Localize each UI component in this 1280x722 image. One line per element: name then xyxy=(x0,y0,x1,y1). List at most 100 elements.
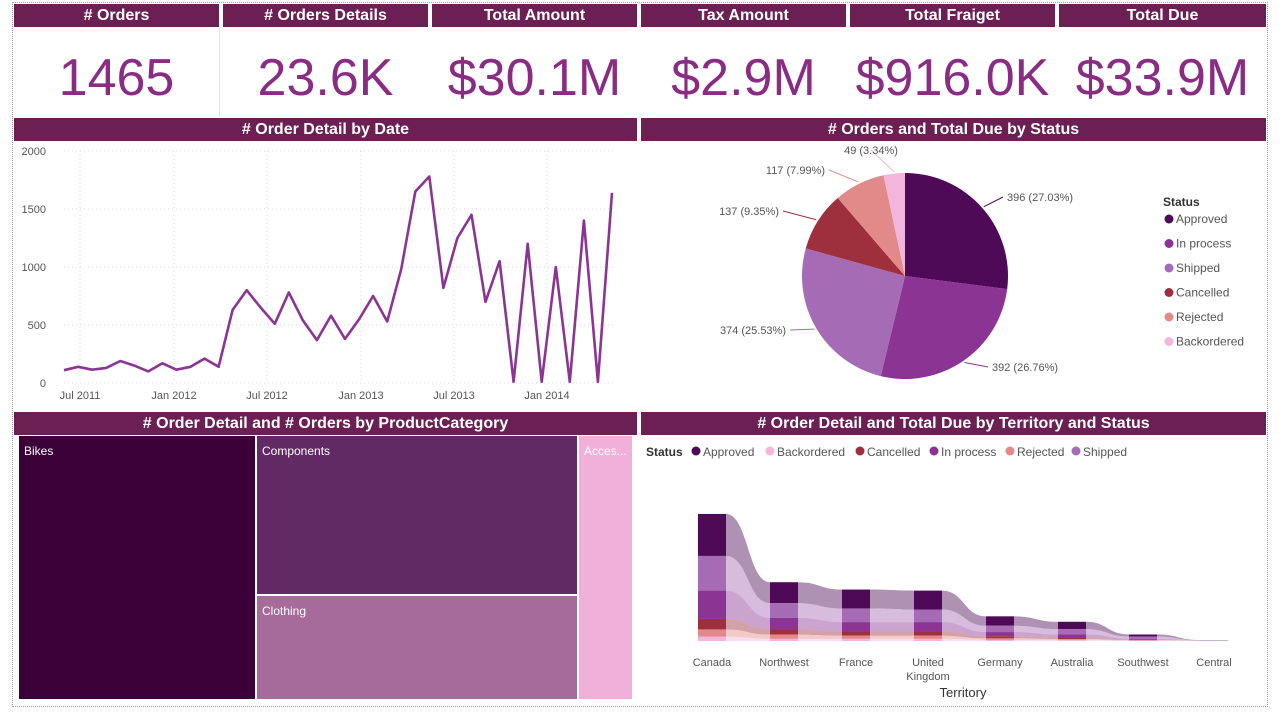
territory-status-ribbon-chart[interactable]: Status Approved Backordered Cancelled In pro… xyxy=(641,435,1266,703)
treemap-tile-components[interactable]: Components xyxy=(257,436,577,594)
ribbon-segment-shipped[interactable] xyxy=(1058,629,1086,635)
pie-data-label: 49 (3.34%) xyxy=(844,145,898,157)
order-detail-by-date-chart[interactable]: 0 500 1000 1500 2000 Jul 2011 Jan 2012 Jul 2012… xyxy=(14,141,637,409)
ribbon-segment-in-process[interactable] xyxy=(1058,634,1086,638)
ribbon-segment-in-process[interactable] xyxy=(914,622,942,632)
line-chart-title: # Order Detail by Date xyxy=(14,118,637,141)
ribbon-legend-item-in-process[interactable]: In process xyxy=(941,445,996,459)
pie-data-label: 374 (25.53%) xyxy=(720,325,786,337)
ribbon-segment-cancelled[interactable] xyxy=(986,636,1014,639)
kpi-card-total-due[interactable]: Total Due $33.9M xyxy=(1059,4,1266,116)
legend-swatch-shipped xyxy=(1164,263,1174,273)
territory-label-southwest: Southwest xyxy=(1117,657,1168,669)
ribbon-band-cancelled[interactable] xyxy=(870,631,914,636)
order-detail-series-line[interactable] xyxy=(63,175,614,384)
ribbon-segment-approved[interactable] xyxy=(986,616,1014,626)
ribbon-segment-shipped[interactable] xyxy=(986,625,1014,633)
ribbon-segment-approved[interactable] xyxy=(698,513,726,556)
ribbon-segment-backordered[interactable] xyxy=(698,636,726,641)
ribbon-segment-shipped[interactable] xyxy=(770,603,798,618)
ribbon-segment-rejected[interactable] xyxy=(698,629,726,637)
territory-axis-title: Territory xyxy=(940,685,987,700)
treemap-tile-acces[interactable]: Acces... xyxy=(579,436,632,699)
ribbon-segment-cancelled[interactable] xyxy=(1058,637,1086,640)
ribbon-segment-backordered[interactable] xyxy=(986,639,1014,641)
ribbon-segment-backordered[interactable] xyxy=(842,638,870,641)
pie-slice-approved[interactable] xyxy=(905,173,1008,290)
ribbon-band-rejected[interactable] xyxy=(870,635,914,639)
ribbon-segment-shipped[interactable] xyxy=(698,555,726,591)
ribbon-segment-in-process[interactable] xyxy=(986,632,1014,637)
ribbon-band-approved[interactable] xyxy=(870,589,914,610)
ribbon-segment-rejected[interactable] xyxy=(986,638,1014,640)
ribbon-segment-in-process[interactable] xyxy=(770,617,798,630)
ribbon-segment-shipped[interactable] xyxy=(842,608,870,623)
ribbon-legend-item-backordered[interactable]: Backordered xyxy=(777,445,845,459)
legend-item-rejected[interactable]: Rejected xyxy=(1176,310,1223,324)
ribbon-legend-item-approved[interactable]: Approved xyxy=(703,445,754,459)
kpi-title: Tax Amount xyxy=(641,4,846,27)
ribbon-band-shipped[interactable] xyxy=(870,608,914,623)
territory-label-central: Central xyxy=(1196,657,1231,669)
ribbon-segment-backordered[interactable] xyxy=(770,638,798,641)
ribbon-legend-item-cancelled[interactable]: Cancelled xyxy=(867,445,920,459)
ribbon-segment-in-process[interactable] xyxy=(698,590,726,619)
ribbon-segment-shipped[interactable] xyxy=(914,609,942,623)
ribbon-band-backordered[interactable] xyxy=(870,638,914,641)
ribbon-segment-in-process[interactable] xyxy=(1129,638,1157,640)
kpi-card-total-amount[interactable]: Total Amount $30.1M xyxy=(432,4,637,116)
legend-swatch-in-process xyxy=(1164,239,1174,248)
legend-swatch-backordered xyxy=(1164,337,1174,346)
kpi-card-orders[interactable]: # Orders 1465 xyxy=(14,4,219,116)
ribbon-band-in-process[interactable] xyxy=(870,622,914,632)
kpi-card-total-fraiget[interactable]: Total Fraiget $916.0K xyxy=(850,4,1055,116)
treemap-tile-label: Acces... xyxy=(584,444,627,458)
ribbon-segment-rejected[interactable] xyxy=(1058,639,1086,641)
kpi-divider xyxy=(219,28,220,116)
legend-item-backordered[interactable]: Backordered xyxy=(1176,335,1244,349)
legend-swatch-shipped xyxy=(1071,446,1081,456)
kpi-value: 1465 xyxy=(58,49,175,107)
x-tick-label: Jul 2012 xyxy=(246,390,288,402)
orders-by-status-pie-chart[interactable]: 396 (27.03%) 392 (26.76%) 374 (25.53%) 137 … xyxy=(641,141,1266,409)
kpi-card-orders-details[interactable]: # Orders Details 23.6K xyxy=(223,4,428,116)
y-tick-label: 1500 xyxy=(22,204,46,216)
legend-item-in-process[interactable]: In process xyxy=(1176,237,1231,251)
ribbon-segment-shipped[interactable] xyxy=(1129,636,1157,639)
ribbon-band-backordered[interactable] xyxy=(798,638,842,641)
ribbon-segment-approved[interactable] xyxy=(770,582,798,604)
ribbon-segment-backordered[interactable] xyxy=(914,638,942,641)
y-tick-label: 500 xyxy=(28,320,46,332)
ribbon-segment-rejected[interactable] xyxy=(914,635,942,639)
ribbon-segment-cancelled[interactable] xyxy=(770,629,798,635)
ribbon-segment-rejected[interactable] xyxy=(842,635,870,639)
kpi-title: Total Fraiget xyxy=(850,4,1055,27)
ribbon-segment-cancelled[interactable] xyxy=(698,618,726,630)
legend-item-approved[interactable]: Approved xyxy=(1176,212,1227,226)
legend-item-shipped[interactable]: Shipped xyxy=(1176,261,1220,275)
ribbon-legend-item-rejected[interactable]: Rejected xyxy=(1017,445,1064,459)
kpi-card-tax-amount[interactable]: Tax Amount $2.9M xyxy=(641,4,846,116)
legend-swatch-backordered xyxy=(765,446,775,456)
ribbon-chart-title: # Order Detail and Total Due by Territor… xyxy=(641,412,1266,435)
ribbon-segment-approved[interactable] xyxy=(1058,621,1086,630)
ribbon-segment-approved[interactable] xyxy=(842,589,870,609)
legend-swatch-approved xyxy=(691,446,701,456)
ribbon-legend-item-shipped[interactable]: Shipped xyxy=(1083,445,1127,459)
ribbon-segment-cancelled[interactable] xyxy=(914,631,942,636)
legend-item-cancelled[interactable]: Cancelled xyxy=(1176,286,1229,300)
treemap-tile-label: Bikes xyxy=(24,444,54,458)
ribbon-segment-backordered[interactable] xyxy=(1058,640,1086,641)
y-tick-label: 0 xyxy=(40,378,46,390)
ribbon-segment-in-process[interactable] xyxy=(842,622,870,632)
ribbon-segment-approved[interactable] xyxy=(1129,634,1157,637)
kpi-value: $30.1M xyxy=(447,49,622,107)
ribbon-segment-cancelled[interactable] xyxy=(1129,639,1157,641)
treemap-tile-bikes[interactable]: Bikes xyxy=(19,436,255,699)
treemap-tile-clothing[interactable]: Clothing xyxy=(257,596,577,699)
ribbon-segment-approved[interactable] xyxy=(914,590,942,610)
ribbon-segment-rejected[interactable] xyxy=(770,634,798,639)
product-category-treemap[interactable]: Bikes Components Clothing Acces... xyxy=(14,435,637,703)
ribbon-segment-cancelled[interactable] xyxy=(842,631,870,636)
kpi-title: # Orders Details xyxy=(223,4,428,27)
